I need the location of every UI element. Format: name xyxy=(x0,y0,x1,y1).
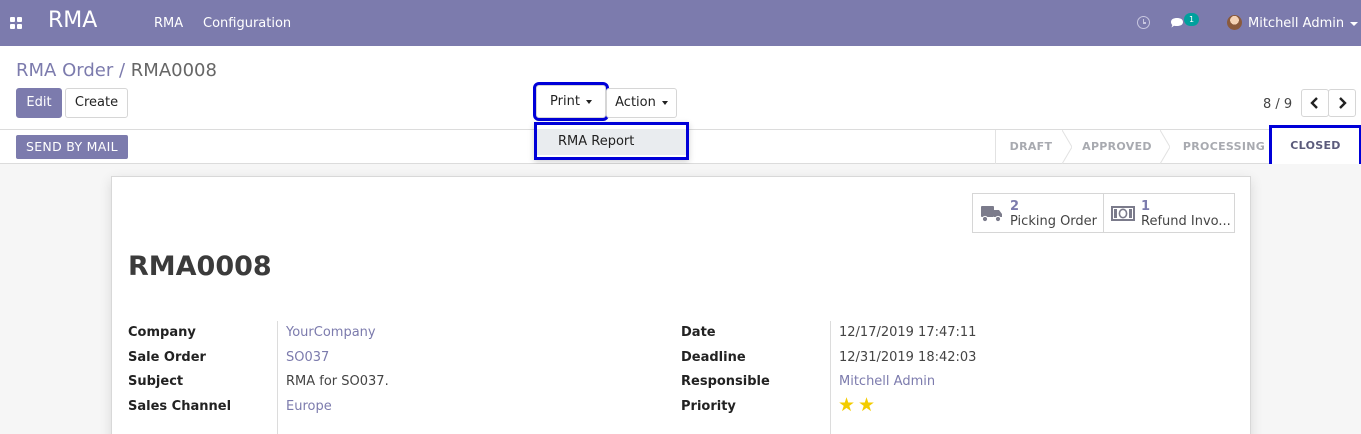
breadcrumb-current: RMA0008 xyxy=(130,60,217,81)
pager-value[interactable]: 8 / 9 xyxy=(1263,97,1292,112)
chevron-right-icon xyxy=(1339,97,1347,109)
refund-invoice-count: 1 xyxy=(1141,199,1151,214)
deadline-label: Deadline xyxy=(681,350,746,365)
picking-order-count: 2 xyxy=(1010,199,1020,214)
create-button[interactable]: Create xyxy=(65,88,128,118)
caret-down-icon xyxy=(585,99,592,104)
responsible-label: Responsible xyxy=(681,374,770,389)
star-icon[interactable]: ★ xyxy=(858,396,875,415)
company-value[interactable]: YourCompany xyxy=(286,325,376,340)
field-divider xyxy=(277,321,278,434)
stage-processing[interactable]: PROCESSING xyxy=(1172,130,1276,164)
user-menu-name[interactable]: Mitchell Admin xyxy=(1248,16,1344,31)
subject-value: RMA for SO037. xyxy=(286,374,389,389)
company-label: Company xyxy=(128,325,196,340)
refund-invoice-label: Refund Invo... xyxy=(1141,214,1231,229)
stage-approved[interactable]: APPROVED xyxy=(1072,130,1162,164)
breadcrumb-separator: / xyxy=(118,60,126,81)
top-navbar: RMA RMA Configuration 1 Mitchell Admin xyxy=(0,0,1361,46)
sales-channel-value[interactable]: Europe xyxy=(286,399,332,414)
sale-order-label: Sale Order xyxy=(128,350,206,365)
breadcrumb-parent[interactable]: RMA Order xyxy=(16,60,113,81)
pager-previous-button[interactable] xyxy=(1301,89,1329,117)
deadline-value: 12/31/2019 18:42:03 xyxy=(839,350,977,365)
print-dropdown-button[interactable]: Print xyxy=(533,82,609,121)
edit-button[interactable]: Edit xyxy=(16,88,62,118)
app-brand[interactable]: RMA xyxy=(48,8,97,33)
sales-channel-label: Sales Channel xyxy=(128,399,232,414)
stage-arrow xyxy=(1062,130,1072,164)
record-title: RMA0008 xyxy=(128,251,272,282)
print-button-label: Print xyxy=(550,94,580,109)
money-icon xyxy=(1111,206,1135,221)
field-divider xyxy=(830,321,831,434)
priority-label: Priority xyxy=(681,399,736,414)
menu-configuration[interactable]: Configuration xyxy=(203,16,291,31)
action-dropdown-button[interactable]: Action xyxy=(606,88,677,118)
print-dropdown-menu: RMA Report xyxy=(534,122,689,160)
caret-down-icon xyxy=(661,100,668,105)
pager-next-button[interactable] xyxy=(1328,89,1356,117)
responsible-value[interactable]: Mitchell Admin xyxy=(839,374,935,389)
control-panel: RMA Order / RMA0008 Edit Create Print Ac… xyxy=(0,46,1361,130)
subject-label: Subject xyxy=(128,374,184,389)
send-by-mail-button[interactable]: SEND BY MAIL xyxy=(16,135,128,159)
picking-order-button[interactable]: 2 Picking Order xyxy=(973,194,1104,232)
stage-draft[interactable]: DRAFT xyxy=(996,130,1066,164)
activity-clock-icon[interactable] xyxy=(1137,16,1150,29)
smart-button-box: 2 Picking Order 1 Refund Invo... xyxy=(972,193,1235,233)
menu-rma[interactable]: RMA xyxy=(154,16,183,31)
menu-item-rma-report[interactable]: RMA Report xyxy=(537,129,686,155)
truck-icon xyxy=(981,206,1002,222)
chevron-left-icon xyxy=(1310,97,1318,109)
chat-badge: 1 xyxy=(1184,13,1199,26)
sale-order-value[interactable]: SO037 xyxy=(286,350,329,365)
picking-order-label: Picking Order xyxy=(1010,214,1098,229)
stage-arrow xyxy=(1160,130,1170,164)
star-icon[interactable]: ★ xyxy=(838,396,855,415)
breadcrumb: RMA Order / RMA0008 xyxy=(16,60,217,81)
refund-invoice-button[interactable]: 1 Refund Invo... xyxy=(1104,194,1235,232)
chevron-down-icon[interactable] xyxy=(1350,22,1358,26)
date-label: Date xyxy=(681,325,716,340)
avatar[interactable] xyxy=(1227,15,1242,30)
apps-grid-icon[interactable] xyxy=(10,17,22,29)
action-button-label: Action xyxy=(615,95,656,110)
stage-closed[interactable]: CLOSED xyxy=(1269,125,1361,167)
date-value: 12/17/2019 17:47:11 xyxy=(839,325,977,340)
